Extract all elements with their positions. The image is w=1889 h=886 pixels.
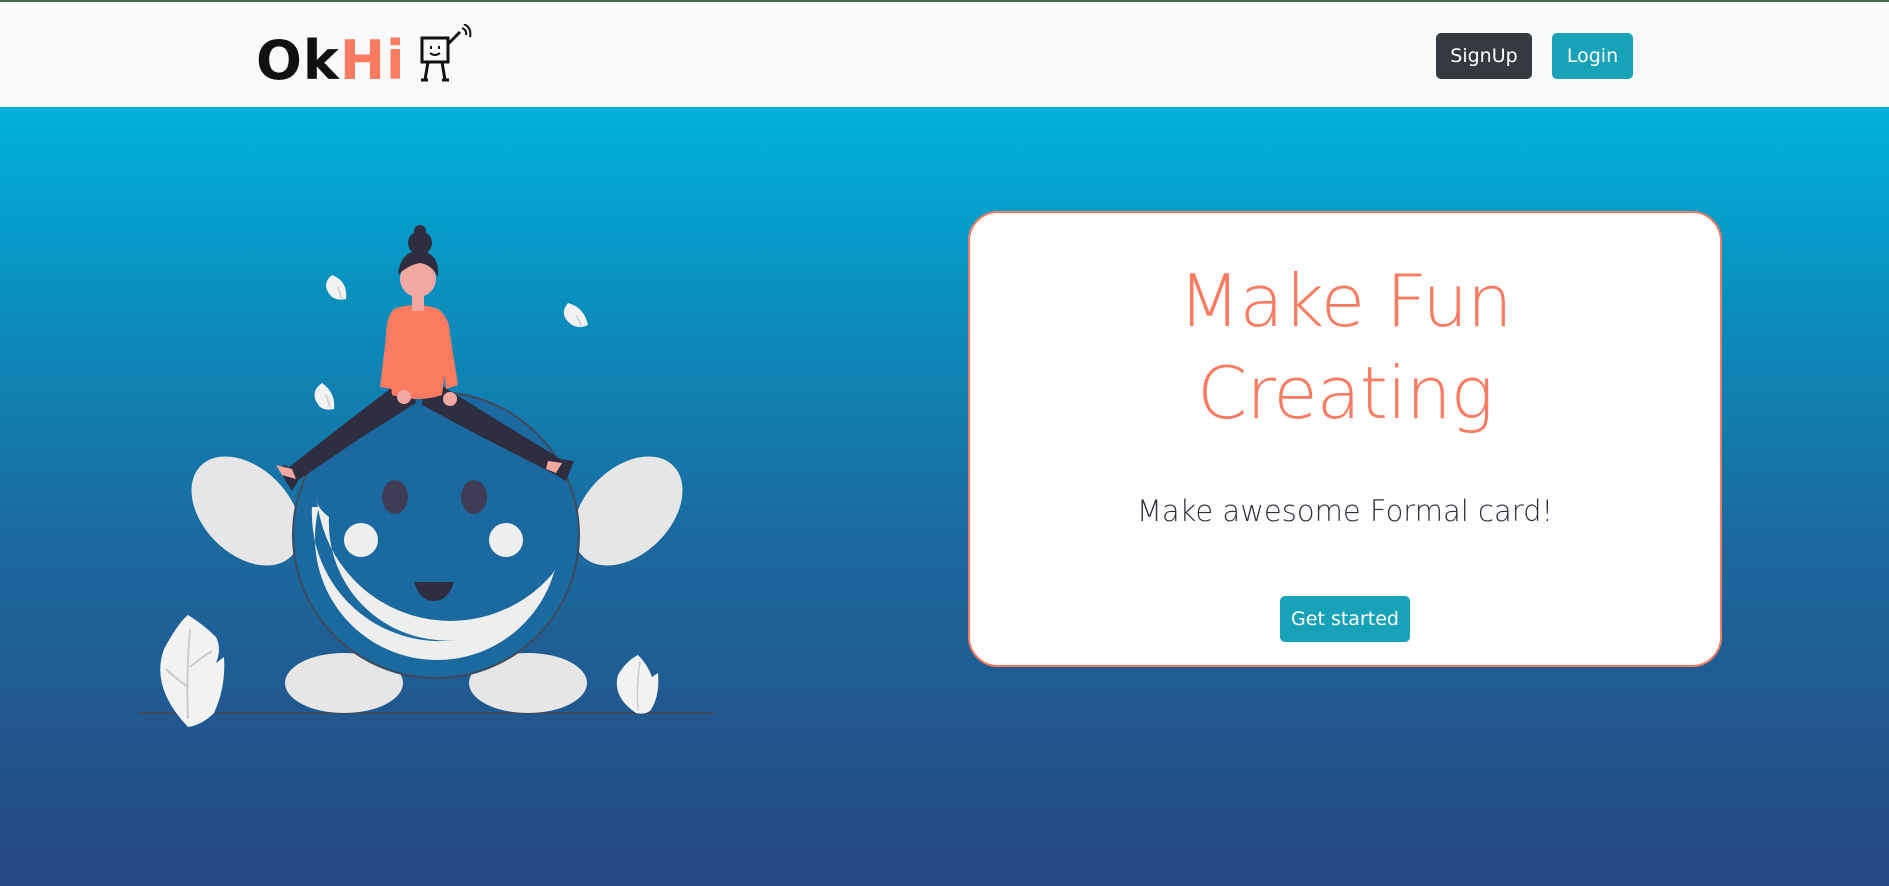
card-subtitle: Make awesome Formal card! — [1136, 494, 1554, 528]
login-button[interactable]: Login — [1552, 33, 1633, 79]
brand-text: OkHi — [256, 30, 406, 92]
brand-logo[interactable]: OkHi — [256, 24, 474, 92]
robot-mascot-icon — [420, 24, 471, 82]
signup-button[interactable]: SignUp — [1436, 33, 1532, 79]
navbar: OkHi SignUp Login — [0, 0, 1889, 107]
card-title: Make Fun Creating — [970, 255, 1720, 439]
brand-hi-text: Hi — [339, 29, 406, 92]
get-started-button[interactable]: Get started — [1280, 596, 1410, 642]
hero-card: Make Fun Creating Make awesome Formal ca… — [968, 211, 1722, 667]
girl-jumping-over-smiley-illustration — [138, 225, 714, 727]
hero-section: Make Fun Creating Make awesome Formal ca… — [0, 107, 1889, 886]
card-title-line-1: Make Fun — [1178, 259, 1512, 343]
card-title-line-2: Creating — [1197, 351, 1494, 435]
brand-ok-text: Ok — [256, 29, 340, 92]
